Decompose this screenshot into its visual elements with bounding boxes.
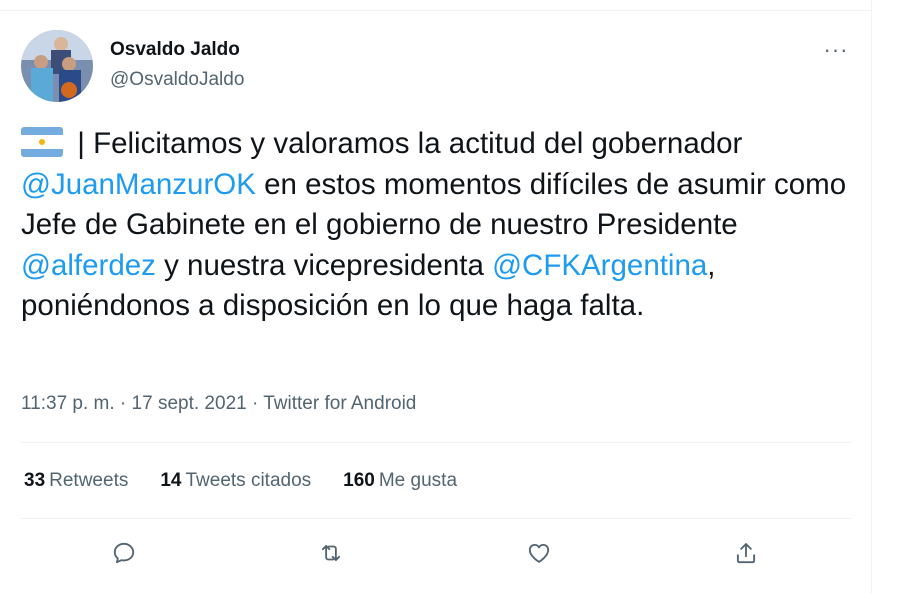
like-icon [528,543,550,563]
tweet-date[interactable]: 17 sept. 2021 [132,393,247,414]
author-handle[interactable]: @OsvaldoJaldo [110,69,244,91]
argentina-flag-icon [21,127,63,157]
tweet-source[interactable]: Twitter for Android [263,393,416,414]
likes-count: 160 [343,470,375,491]
likes-stat[interactable]: 160 Me gusta [343,470,457,492]
meta-dot-2: · [246,393,264,414]
more-horizontal-icon: ··· [823,37,849,62]
mention-link-cfkargentina[interactable]: @CFKArgentina [492,249,707,282]
like-button[interactable] [522,536,556,570]
meta-dot: · [114,393,132,414]
avatar[interactable] [21,30,93,102]
retweets-label: Retweets [49,470,129,491]
reply-button[interactable] [107,536,141,570]
tweet-card: Osvaldo Jaldo @OsvaldoJaldo ··· | Felici… [0,0,872,593]
top-divider [0,10,872,11]
quotes-count: 14 [160,470,182,491]
mention-link-alferdez[interactable]: @alferdez [21,249,156,282]
divider-1 [21,442,851,443]
mention-link-juanmanzurok[interactable]: @JuanManzurOK [21,168,256,201]
likes-label: Me gusta [378,470,458,491]
tweet-text-part-1: Felicitamos y valoramos la actitud del g… [93,127,743,160]
retweet-button[interactable] [314,536,348,570]
quotes-label: Tweets citados [185,470,312,491]
quote-tweets-stat[interactable]: 14 Tweets citados [160,470,311,492]
author-name[interactable]: Osvaldo Jaldo [110,39,240,61]
tweet-time[interactable]: 11:37 p. m. [21,393,115,414]
share-icon [736,543,756,564]
divider-2 [21,518,851,519]
avatar-image [21,30,93,102]
tweet-text-part-3: y nuestra vicepresidenta [155,248,493,282]
reply-icon [113,542,135,564]
share-button[interactable] [729,536,763,570]
tweet-metadata: 11:37 p. m. · 17 sept. 2021 · Twitter fo… [21,393,416,415]
retweets-stat[interactable]: 33 Retweets [24,470,128,492]
more-options-button[interactable]: ··· [820,36,852,64]
tweet-separator: | [69,127,94,160]
tweet-stats: 33 Retweets 14 Tweets citados 160 Me gusta [24,470,457,492]
tweet-actions [0,530,872,580]
retweets-count: 33 [24,470,46,491]
retweet-icon [321,545,341,561]
tweet-text: | Felicitamos y valoramos la actitud del… [21,124,861,327]
